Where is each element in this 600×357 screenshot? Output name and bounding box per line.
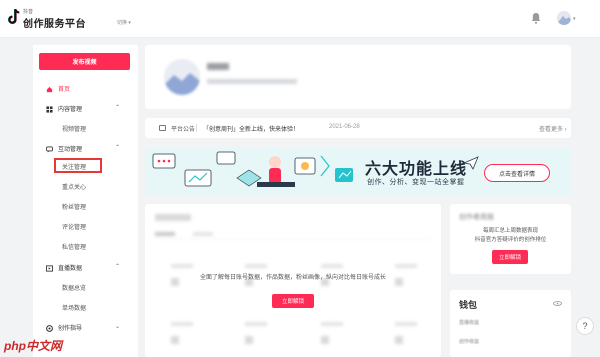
sidebar-group-label: 互动管理 [58, 147, 83, 153]
brand-small-label: 抖音 [23, 9, 34, 15]
data-overview-card: 全面了解每日账号数据，作品数据，粉丝画像，纵向对比每日账号成长 立即解锁 [145, 204, 441, 357]
sidebar-item-dm-mgmt[interactable]: 私信管理 [62, 242, 86, 251]
sidebar-item-follow-mgmt[interactable]: 关注管理 [62, 162, 86, 171]
weekly-report-desc: 抖音官方答疑评价的创作排位 [474, 237, 547, 243]
notice-text-link[interactable]: 「创意周刊」全新上线，快来体验！ [203, 124, 299, 133]
sidebar-group-label: 创作指导 [58, 326, 83, 332]
wallet-card: 钱包 直播收益 创作收益 [450, 290, 571, 357]
banner-illustration [152, 151, 353, 187]
profile-name-blurred [207, 63, 229, 70]
eye-icon[interactable] [553, 301, 562, 306]
home-icon [46, 86, 53, 93]
sidebar-item-key-followers[interactable]: 重点关心 [62, 182, 86, 191]
sidebar-item-data-overview[interactable]: 数据总览 [62, 283, 86, 292]
live-data-icon [46, 265, 53, 272]
profile-meta-blurred [207, 79, 297, 84]
profile-card [145, 45, 571, 109]
wallet-row-creation: 创作收益 [459, 339, 480, 345]
sidebar-group-live[interactable]: 直播数据 [46, 263, 82, 272]
banner-subtitle: 创作、分析、变现一站全掌握 [367, 179, 465, 186]
paper-plane-icon [463, 156, 479, 170]
unlock-data-button[interactable]: 立即解锁 [272, 294, 314, 308]
chevron-down-icon[interactable]: ⌄ [115, 323, 120, 330]
unlock-overlay: 全面了解每日账号数据，作品数据，粉丝画像，纵向对比每日账号成长 立即解锁 [145, 204, 441, 357]
unlock-message: 全面了解每日账号数据，作品数据，粉丝画像，纵向对比每日账号成长 [199, 275, 386, 281]
view-details-button[interactable]: 点击查看详情 [484, 164, 550, 182]
help-button[interactable]: ? [576, 317, 594, 335]
chevron-up-icon[interactable]: ⌃ [115, 144, 120, 151]
feature-banner[interactable]: 六大功能上线 创作、分析、变现一站全掌握 点击查看详情 [145, 148, 571, 196]
sidebar-group-content[interactable]: 内容管理 [46, 104, 82, 113]
chat-icon [46, 146, 53, 153]
weekly-report-card: 创作者周报 每周汇总上周数据表现 抖音官方答疑评价的创作排位 立即解锁 [450, 204, 571, 274]
account-switch-dropdown[interactable]: 切换 ▾ [117, 19, 131, 26]
profile-avatar[interactable] [164, 59, 200, 95]
watermark-logo: php中文网 [4, 337, 62, 354]
douyin-logo-icon[interactable] [7, 8, 21, 26]
chevron-up-icon[interactable]: ⌃ [115, 263, 120, 270]
sidebar: 发布视频 首页 内容管理 ⌃ 视频管理 互动管理 ⌃ 关注管理 重点关心 粉丝管… [33, 45, 138, 357]
notice-icon [159, 125, 166, 131]
sidebar-group-label: 直播数据 [58, 266, 83, 272]
weekly-report-desc: 每周汇总上周数据表现 [482, 228, 538, 234]
banner-title: 六大功能上线 [365, 161, 468, 178]
sidebar-group-interaction[interactable]: 互动管理 [46, 144, 82, 153]
divider [196, 124, 197, 132]
sidebar-item-home[interactable]: 首页 [46, 84, 70, 93]
user-avatar[interactable] [557, 11, 571, 25]
chevron-up-icon[interactable]: ⌃ [115, 104, 120, 111]
announcement-bar: 平台公告 「创意周刊」全新上线，快来体验！ 2021-06-28 查看更多 › [145, 118, 571, 138]
publish-video-button[interactable]: 发布视频 [39, 53, 130, 70]
notification-bell-icon[interactable] [531, 12, 541, 24]
sidebar-item-video-mgmt[interactable]: 视频管理 [62, 124, 86, 133]
guide-icon [46, 325, 53, 332]
chevron-down-icon[interactable]: ▾ [573, 16, 576, 22]
notice-label: 平台公告 [171, 127, 196, 133]
sidebar-item-per-session[interactable]: 单场数据 [62, 303, 86, 312]
brand-title[interactable]: 创作服务平台 [23, 15, 86, 30]
grid-icon [46, 106, 53, 113]
wallet-title: 钱包 [459, 300, 478, 310]
notice-date: 2021-06-28 [329, 124, 360, 130]
view-more-link[interactable]: 查看更多 › [539, 124, 567, 133]
wallet-row-live: 直播收益 [459, 320, 480, 326]
sidebar-group-label: 内容管理 [58, 107, 83, 113]
watermark-text: php中文网 [4, 339, 62, 353]
sidebar-group-guide[interactable]: 创作指导 [46, 323, 82, 332]
top-bar: 抖音 创作服务平台 切换 ▾ ▾ [0, 0, 600, 38]
weekly-report-title: 创作者周报 [459, 214, 494, 221]
sidebar-item-label: 首页 [58, 87, 71, 93]
account-switch-label: 切换 [117, 20, 128, 26]
sidebar-item-fans-mgmt[interactable]: 粉丝管理 [62, 202, 86, 211]
view-more-label: 查看更多 [539, 127, 564, 133]
sidebar-item-comment-mgmt[interactable]: 评论管理 [62, 222, 86, 231]
unlock-weekly-button[interactable]: 立即解锁 [492, 250, 528, 264]
